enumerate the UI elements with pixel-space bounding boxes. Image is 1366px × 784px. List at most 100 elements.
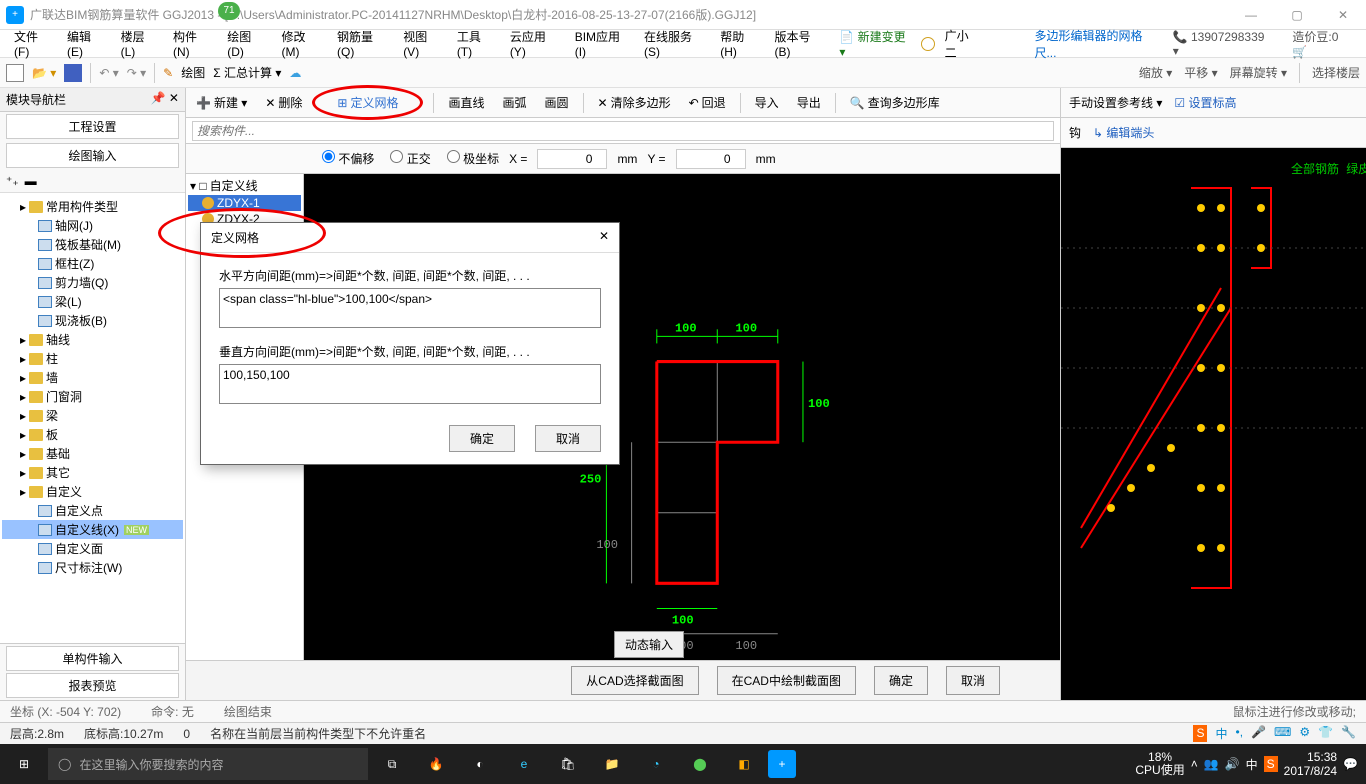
tree-item[interactable]: ▸ 墙 [2, 368, 183, 387]
zoom-button[interactable]: 缩放 ▾ [1139, 64, 1172, 81]
menu-help[interactable]: 帮助(H) [714, 26, 764, 61]
new-button[interactable]: ➕新建 ▾ [192, 92, 251, 113]
tree-item[interactable]: ▸ 自定义 [2, 482, 183, 501]
phone-label[interactable]: 📞 13907298339 ▾ [1167, 28, 1273, 60]
radio-polar[interactable]: 极坐标 [441, 150, 499, 167]
menu-bim[interactable]: BIM应用(I) [569, 26, 634, 61]
dialog-cancel-button[interactable]: 取消 [535, 425, 601, 452]
clear-polygon-button[interactable]: ✕ 清除多边形 [594, 92, 675, 113]
component-tree[interactable]: ▸ 常用构件类型轴网(J)筏板基础(M)框柱(Z)剪力墙(Q)梁(L)现浇板(B… [0, 193, 185, 643]
sum-button[interactable]: Σ 汇总计算 ▾ [213, 64, 281, 81]
ime-icon[interactable]: S [1193, 725, 1207, 742]
menu-component[interactable]: 构件(N) [167, 26, 217, 61]
notif-icon[interactable]: 💬 [1343, 757, 1358, 771]
tab-report-preview[interactable]: 报表预览 [6, 673, 179, 698]
tray-ime-icon[interactable]: S [1264, 756, 1278, 772]
define-grid-button[interactable]: ⊞ 定义网格 [333, 92, 402, 113]
section-canvas[interactable]: 全部钢筋 绿皮层 [1061, 148, 1366, 700]
tree-item[interactable]: ▸ 门窗洞 [2, 387, 183, 406]
tray-key-icon[interactable]: ⌨ [1274, 725, 1291, 742]
tray-cn-icon[interactable]: 中 [1246, 756, 1258, 773]
tree-item[interactable]: 自定义点 [2, 501, 183, 520]
draw-circle-button[interactable]: 画圆 [541, 92, 573, 113]
tree-item[interactable]: 框柱(Z) [2, 254, 183, 273]
tb-app-icon[interactable]: 🔥 [416, 744, 456, 784]
set-elev-button[interactable]: ☑ 设置标高 [1174, 94, 1236, 111]
tree-expand-icon[interactable]: ⁺₊ [6, 174, 19, 188]
tray-dot-icon[interactable]: •, [1236, 725, 1244, 742]
new-file-icon[interactable] [6, 64, 24, 82]
tree-item[interactable]: 筏板基础(M) [2, 235, 183, 254]
save-icon[interactable] [64, 64, 82, 82]
tb-app-icon[interactable]: ◧ [724, 744, 764, 784]
tb-edge-icon[interactable]: e [504, 744, 544, 784]
tree-collapse-icon[interactable]: ▬ [25, 174, 37, 188]
tab-project-settings[interactable]: 工程设置 [6, 114, 179, 139]
dynamic-input-button[interactable]: 动态输入 [614, 631, 684, 658]
dialog-close-button[interactable]: ✕ [599, 229, 609, 246]
tree-item[interactable]: ▸ 常用构件类型 [2, 197, 183, 216]
menu-tools[interactable]: 工具(T) [451, 26, 500, 61]
draw-line-button[interactable]: 画直线 [444, 92, 488, 113]
dialog-ok-button[interactable]: 确定 [449, 425, 515, 452]
export-button[interactable]: 导出 [793, 92, 825, 113]
search-polygon-button[interactable]: 🔍 查询多边形库 [846, 92, 944, 113]
undo-polygon-button[interactable]: ↶ 回退 [685, 92, 730, 113]
menu-online[interactable]: 在线服务(S) [638, 26, 710, 61]
delete-button[interactable]: ✕ 删除 [261, 92, 306, 113]
list-item[interactable]: ZDYX-1 [188, 195, 301, 211]
tray-vol-icon[interactable]: 🔊 [1225, 757, 1240, 771]
search-input[interactable] [192, 121, 1054, 141]
rotate-button[interactable]: 屏幕旋转 ▾ [1230, 64, 1287, 81]
tray-cn-icon[interactable]: 中 [1215, 725, 1227, 742]
menu-floor[interactable]: 楼层(L) [115, 26, 163, 61]
h-spacing-input[interactable]: <span class="hl-blue">100,100</span> [219, 288, 601, 328]
set-ref-line-button[interactable]: 手动设置参考线 ▾ [1069, 94, 1162, 111]
tray-gear-icon[interactable]: ⚙ [1299, 725, 1310, 742]
tree-item[interactable]: 剪力墙(Q) [2, 273, 183, 292]
tree-item[interactable]: ▸ 轴线 [2, 330, 183, 349]
open-icon[interactable]: 📂 ▾ [32, 66, 56, 80]
cancel-button[interactable]: 取消 [946, 666, 1000, 695]
menu-file[interactable]: 文件(F) [8, 26, 57, 61]
tree-item[interactable]: 尺寸标注(W) [2, 558, 183, 577]
new-change-button[interactable]: 📄 新建变更 ▾ [833, 26, 916, 61]
cloud-icon[interactable]: ☁ [289, 66, 301, 80]
start-button[interactable]: ⊞ [4, 744, 44, 784]
brush-icon[interactable]: ✎ [163, 66, 173, 80]
draw-label[interactable]: 绘图 [181, 64, 205, 81]
from-cad-button[interactable]: 从CAD选择截面图 [571, 666, 698, 695]
hook-button[interactable]: 钩 [1069, 124, 1081, 141]
menu-modify[interactable]: 修改(M) [276, 26, 328, 61]
panel-pin-icon[interactable]: 📌 ✕ [151, 91, 179, 108]
tree-item[interactable]: 现浇板(B) [2, 311, 183, 330]
tb-app-icon[interactable]: ◔ [636, 744, 676, 784]
xiao2-label[interactable]: 广小二 [939, 25, 985, 63]
tray-up-icon[interactable]: ˄ [1191, 757, 1198, 771]
tree-item[interactable]: 自定义面 [2, 539, 183, 558]
x-input[interactable] [537, 149, 607, 169]
taskbar-search[interactable]: ◯ 在这里输入你要搜索的内容 [48, 748, 368, 780]
notif-badge[interactable]: 71 [218, 2, 240, 20]
v-spacing-input[interactable]: 100,150,100 [219, 364, 601, 404]
radio-nooffset[interactable]: 不偏移 [316, 150, 374, 167]
tb-app-icon[interactable]: ⬤ [680, 744, 720, 784]
pan-button[interactable]: 平移 ▾ [1184, 64, 1217, 81]
menu-rebar[interactable]: 钢筋量(Q) [331, 26, 393, 61]
tree-item[interactable]: ▸ 基础 [2, 444, 183, 463]
tree-item[interactable]: ▸ 其它 [2, 463, 183, 482]
ok-button[interactable]: 确定 [874, 666, 928, 695]
tab-draw-input[interactable]: 绘图输入 [6, 143, 179, 168]
tree-item[interactable]: ▸ 板 [2, 425, 183, 444]
tb-app-icon[interactable]: + [768, 750, 796, 778]
menu-view[interactable]: 视图(V) [397, 26, 447, 61]
y-input[interactable] [676, 149, 746, 169]
draw-arc-button[interactable]: 画弧 [498, 92, 530, 113]
select-floor-button[interactable]: 选择楼层 [1312, 64, 1360, 81]
draw-in-cad-button[interactable]: 在CAD中绘制截面图 [717, 666, 856, 695]
undo-icon[interactable]: ↶ ▾ [99, 66, 118, 80]
tb-app-icon[interactable]: ◐ [460, 744, 500, 784]
menu-edit[interactable]: 编辑(E) [61, 26, 111, 61]
menu-version[interactable]: 版本号(B) [769, 26, 830, 61]
taskview-icon[interactable]: ⧉ [372, 744, 412, 784]
